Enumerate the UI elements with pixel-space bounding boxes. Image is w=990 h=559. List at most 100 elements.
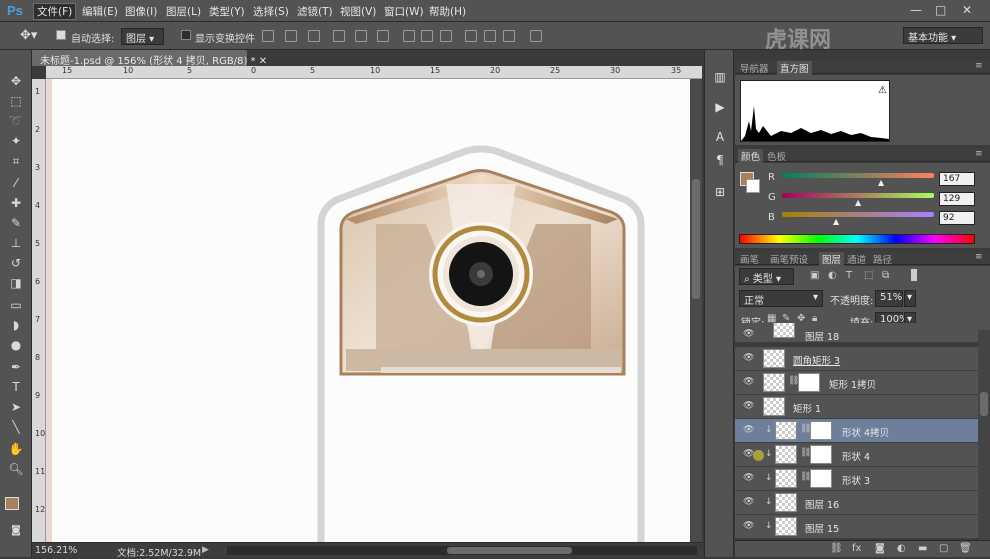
align-hcenter-icon[interactable] bbox=[355, 30, 367, 42]
dodge-tool-icon[interactable]: ● bbox=[6, 336, 26, 354]
auto-select-checkbox[interactable] bbox=[56, 30, 66, 40]
clone-stamp-icon[interactable]: ⊥ bbox=[6, 234, 26, 252]
layer-row[interactable]: 👁︎ 矩形 1 bbox=[735, 395, 978, 419]
play-actions-icon[interactable]: ▶ bbox=[711, 100, 729, 118]
new-layer-icon[interactable]: ▢ bbox=[939, 543, 948, 554]
distribute-top-icon[interactable] bbox=[403, 30, 415, 42]
slider-b[interactable] bbox=[782, 212, 934, 217]
foreground-color-swatch[interactable] bbox=[5, 497, 19, 510]
menu-filter[interactable]: 滤镜(T) bbox=[297, 4, 333, 19]
marquee-tool-icon[interactable]: ⬚ bbox=[6, 92, 26, 110]
new-group-icon[interactable]: ▬ bbox=[918, 543, 927, 554]
layers-scrollbar[interactable] bbox=[978, 330, 990, 540]
layer-mask[interactable] bbox=[810, 421, 832, 440]
r-value[interactable]: 167 bbox=[939, 172, 975, 186]
filter-type-icon[interactable]: T bbox=[846, 270, 852, 281]
history-brush-icon[interactable]: ↺ bbox=[6, 254, 26, 272]
layer-mask[interactable] bbox=[810, 445, 832, 464]
layer-mask[interactable] bbox=[798, 373, 820, 392]
canvas-vertical-scrollbar[interactable] bbox=[690, 79, 702, 542]
show-transform-checkbox[interactable] bbox=[181, 30, 191, 40]
type-tool-icon[interactable]: T bbox=[6, 378, 26, 396]
menu-help[interactable]: 帮助(H) bbox=[429, 4, 466, 19]
magic-wand-icon[interactable]: ✦ bbox=[6, 132, 26, 150]
slider-g-handle[interactable]: ▲ bbox=[855, 198, 861, 207]
align-bottom-icon[interactable] bbox=[308, 30, 320, 42]
distribute-hcenter-icon[interactable] bbox=[484, 30, 496, 42]
eraser-tool-icon[interactable]: ◨ bbox=[6, 274, 26, 292]
brush-tool-icon[interactable]: ✎ bbox=[6, 214, 26, 232]
menu-image[interactable]: 图像(I) bbox=[125, 4, 157, 19]
distribute-left-icon[interactable] bbox=[465, 30, 477, 42]
gradient-tool-icon[interactable]: ▭ bbox=[6, 296, 26, 314]
eye-icon[interactable]: 👁︎ bbox=[743, 425, 754, 435]
tab-swatches[interactable]: 色板 bbox=[767, 149, 786, 163]
healing-brush-icon[interactable]: ✚ bbox=[6, 194, 26, 212]
tab-channels[interactable]: 通道 bbox=[847, 252, 866, 266]
lasso-tool-icon[interactable]: ➰ bbox=[6, 112, 26, 130]
menu-type[interactable]: 类型(Y) bbox=[209, 4, 245, 19]
zoom-tool-icon[interactable]: 🔍︎ bbox=[6, 460, 26, 478]
filter-toggle[interactable] bbox=[911, 269, 917, 281]
menu-layer[interactable]: 图层(L) bbox=[166, 4, 201, 19]
align-top-icon[interactable] bbox=[262, 30, 274, 42]
layer-name[interactable]: 图层 16 bbox=[805, 497, 839, 511]
scroll-thumb[interactable] bbox=[692, 179, 700, 299]
layer-row[interactable]: 👁︎ 图层 18 bbox=[735, 323, 978, 343]
layer-row[interactable]: 👁︎ ↓ ⛓ 形状 4 bbox=[735, 443, 978, 467]
pen-tool-icon[interactable]: ✒ bbox=[6, 358, 26, 376]
tab-color[interactable]: 颜色 bbox=[738, 149, 764, 163]
histogram-icon[interactable]: ▥ bbox=[711, 70, 729, 88]
filter-pixel-icon[interactable]: ▣ bbox=[810, 270, 819, 281]
layer-name[interactable]: 形状 3 bbox=[842, 473, 870, 487]
line-tool-icon[interactable]: ╲ bbox=[6, 418, 26, 436]
layer-name[interactable]: 形状 4拷贝 bbox=[842, 425, 889, 439]
workspace-dropdown[interactable]: 基本功能 ▾ bbox=[903, 27, 983, 44]
layer-row-selected[interactable]: 👁︎ ↓ ⛓ 形状 4拷贝 bbox=[735, 419, 978, 443]
opacity-dropdown-icon[interactable]: ▾ bbox=[904, 290, 916, 307]
layer-name[interactable]: 图层 15 bbox=[805, 521, 839, 535]
fx-icon[interactable]: fx bbox=[852, 543, 861, 554]
menu-edit[interactable]: 编辑(E) bbox=[82, 4, 118, 19]
eye-icon[interactable]: 👁︎ bbox=[743, 473, 754, 483]
horizontal-scrollbar[interactable] bbox=[227, 546, 697, 555]
blur-tool-icon[interactable]: ◗ bbox=[6, 316, 26, 334]
h-scroll-thumb[interactable] bbox=[447, 547, 572, 554]
slider-r[interactable] bbox=[782, 173, 934, 178]
align-left-icon[interactable] bbox=[333, 30, 345, 42]
blend-mode-dropdown[interactable]: 正常 ▾ bbox=[739, 290, 823, 307]
hand-tool-icon[interactable]: ✋ bbox=[6, 440, 26, 458]
path-select-icon[interactable]: ➤ bbox=[6, 398, 26, 416]
menu-window[interactable]: 窗口(W) bbox=[384, 4, 424, 19]
layer-name[interactable]: 圆角矩形 3 bbox=[793, 353, 840, 367]
layer-mask[interactable] bbox=[810, 469, 832, 488]
panel-menu-icon[interactable]: ≡ bbox=[975, 61, 983, 71]
layer-name[interactable]: 矩形 1拷贝 bbox=[829, 377, 876, 391]
tab-brush-presets[interactable]: 画笔预设 bbox=[770, 252, 808, 266]
add-mask-icon[interactable]: ◙ bbox=[875, 543, 885, 554]
layer-row[interactable]: 👁︎ 圆角矩形 3 bbox=[735, 347, 978, 371]
tab-paths[interactable]: 路径 bbox=[873, 252, 892, 266]
adjustment-layer-icon[interactable]: ◐ bbox=[897, 543, 906, 554]
menu-select[interactable]: 选择(S) bbox=[253, 4, 289, 19]
layer-row[interactable]: 👁︎ ↓ 图层 16 bbox=[735, 491, 978, 515]
align-vcenter-icon[interactable] bbox=[285, 30, 297, 42]
eye-icon[interactable]: 👁︎ bbox=[743, 377, 754, 387]
character-icon[interactable]: A bbox=[711, 130, 729, 148]
layer-row[interactable]: 👁︎ ↓ 图层 15 bbox=[735, 515, 978, 539]
maximize-button[interactable]: □ bbox=[935, 3, 946, 17]
auto-align-icon[interactable] bbox=[530, 30, 542, 42]
tab-navigator[interactable]: 导航器 bbox=[740, 61, 769, 75]
layer-row[interactable]: 👁︎ ⛓ 矩形 1拷贝 bbox=[735, 371, 978, 395]
distribute-vcenter-icon[interactable] bbox=[421, 30, 433, 42]
eyedropper-icon[interactable]: ⁄ bbox=[6, 174, 26, 192]
distribute-bottom-icon[interactable] bbox=[440, 30, 452, 42]
menu-file[interactable]: 文件(F) bbox=[33, 3, 77, 20]
auto-select-dropdown[interactable]: 图层 ▾ bbox=[121, 28, 164, 45]
panel-menu-icon[interactable]: ≡ bbox=[975, 149, 983, 159]
tab-brush[interactable]: 画笔 bbox=[740, 252, 759, 266]
layer-name[interactable]: 形状 4 bbox=[842, 449, 870, 463]
move-tool-icon[interactable]: ✥ bbox=[6, 72, 26, 90]
eye-icon[interactable]: 👁︎ bbox=[743, 329, 754, 339]
eye-icon[interactable]: 👁︎ bbox=[743, 353, 754, 363]
